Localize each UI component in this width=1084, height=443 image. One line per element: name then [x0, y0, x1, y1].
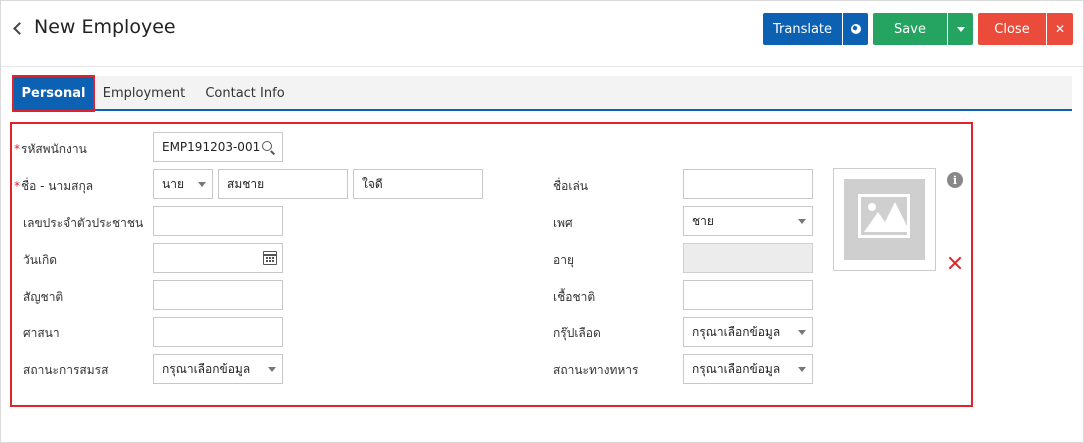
globe-icon	[850, 24, 861, 34]
chevron-down-icon	[798, 219, 806, 224]
nationality-label: สัญชาติ	[23, 290, 64, 304]
birth-date-field[interactable]	[153, 243, 283, 273]
employee-code-label: *รหัสพนักงาน	[14, 142, 87, 156]
military-status-value: กรุณาเลือกข้อมูล	[692, 361, 781, 376]
national-id-label: เลขประจำตัวประชาชน	[23, 216, 144, 230]
blood-group-value: กรุณาเลือกข้อมูล	[692, 324, 781, 339]
photo-sun	[868, 203, 876, 211]
required-marker: *	[14, 179, 20, 193]
calendar-icon[interactable]	[263, 251, 277, 265]
employee-code-value: EMP191203-001	[162, 140, 261, 154]
religion-label: ศาสนา	[23, 326, 60, 340]
chevron-down-icon	[798, 367, 806, 372]
image-placeholder-icon	[844, 179, 925, 260]
translate-button[interactable]: Translate	[763, 13, 842, 45]
first-name-value: สมชาย	[227, 176, 265, 191]
nationality-field[interactable]	[153, 280, 283, 310]
military-status-label: สถานะทางทหาร	[553, 363, 639, 377]
profile-photo[interactable]	[833, 168, 936, 271]
page-title: New Employee	[34, 16, 176, 38]
chevron-down-icon	[198, 182, 206, 187]
last-name-field[interactable]: ใจดี	[353, 169, 483, 199]
name-title-select[interactable]: นาย	[153, 169, 213, 199]
name-title-value: นาย	[162, 176, 184, 191]
save-options-button[interactable]	[948, 13, 973, 45]
ethnicity-field[interactable]	[683, 280, 813, 310]
gender-value: ชาย	[692, 213, 714, 228]
employee-code-field[interactable]: EMP191203-001	[153, 132, 283, 162]
age-label: อายุ	[553, 253, 574, 267]
religion-field[interactable]	[153, 317, 283, 347]
military-status-select[interactable]: กรุณาเลือกข้อมูล	[683, 354, 813, 384]
national-id-field[interactable]	[153, 206, 283, 236]
blood-group-label: กรุ๊ปเลือด	[553, 326, 601, 340]
remove-photo-icon[interactable]	[948, 256, 962, 270]
blood-group-select[interactable]: กรุณาเลือกข้อมูล	[683, 317, 813, 347]
photo-mountain	[880, 202, 910, 232]
close-icon: ✕	[1054, 22, 1066, 36]
header-divider	[1, 66, 1083, 67]
gender-label: เพศ	[553, 216, 573, 230]
marital-status-value: กรุณาเลือกข้อมูล	[162, 361, 251, 376]
info-icon[interactable]: i	[947, 172, 963, 188]
marital-status-label: สถานะการสมรส	[23, 363, 109, 377]
ethnicity-label: เชื้อชาติ	[553, 290, 596, 304]
tab-employment[interactable]: Employment	[97, 76, 191, 110]
close-button[interactable]: Close	[978, 13, 1046, 45]
tab-personal[interactable]: Personal	[12, 75, 95, 112]
full-name-label: *ชื่อ - นามสกุล	[14, 179, 94, 193]
search-icon[interactable]	[262, 141, 276, 155]
first-name-field[interactable]: สมชาย	[218, 169, 348, 199]
chevron-down-icon	[956, 26, 965, 32]
tab-contact-info[interactable]: Contact Info	[196, 76, 294, 110]
age-field	[683, 243, 813, 273]
marital-status-select[interactable]: กรุณาเลือกข้อมูล	[153, 354, 283, 384]
nickname-field[interactable]	[683, 169, 813, 199]
back-icon[interactable]	[12, 18, 26, 40]
gender-select[interactable]: ชาย	[683, 206, 813, 236]
close-x-button[interactable]: ✕	[1047, 13, 1073, 45]
language-button[interactable]	[843, 13, 868, 45]
save-button[interactable]: Save	[873, 13, 947, 45]
required-marker: *	[14, 142, 20, 156]
last-name-value: ใจดี	[362, 176, 383, 191]
birth-date-label: วันเกิด	[23, 253, 58, 267]
chevron-down-icon	[268, 367, 276, 372]
chevron-down-icon	[798, 330, 806, 335]
nickname-label: ชื่อเล่น	[553, 179, 589, 193]
